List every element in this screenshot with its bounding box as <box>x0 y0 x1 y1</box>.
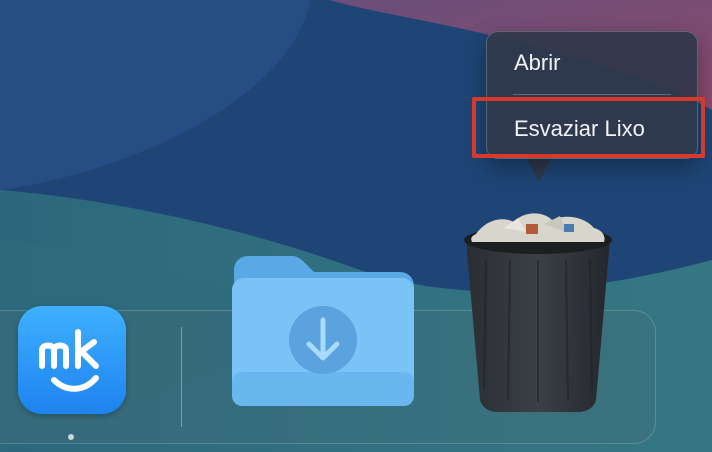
highlight-annotation <box>472 97 705 158</box>
context-menu-pointer <box>526 156 552 182</box>
menu-item-open[interactable]: Abrir <box>487 41 697 85</box>
mackeeper-app-icon[interactable] <box>18 306 126 414</box>
mackeeper-logo-icon <box>39 329 99 392</box>
menu-separator <box>513 94 671 95</box>
running-indicator <box>68 434 74 440</box>
dock-divider <box>181 327 182 427</box>
downloads-folder-icon[interactable] <box>230 252 416 408</box>
trash-full-icon[interactable] <box>456 210 620 415</box>
